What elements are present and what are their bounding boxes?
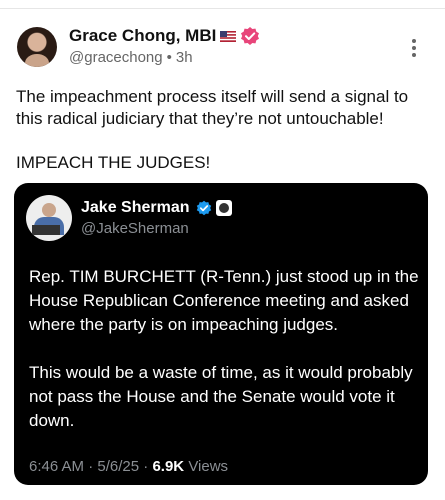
top-divider (0, 8, 445, 9)
author-name-row[interactable]: Grace Chong, MBI (69, 26, 260, 46)
post-paragraph-1: The impeachment process itself will send… (16, 87, 409, 128)
quoted-paragraph-2: This would be a waste of time, as it wou… (29, 363, 413, 430)
post-paragraph-2: IMPEACH THE JUDGES! (16, 153, 211, 172)
quoted-author-avatar[interactable] (26, 195, 72, 241)
footer-dot-2: · (143, 458, 149, 475)
quoted-post-body: Rep. TIM BURCHETT (R-Tenn.) just stood u… (29, 265, 421, 433)
author-handle[interactable]: @gracechong (69, 49, 163, 66)
views-label: Views (188, 458, 229, 475)
affiliate-badge-icon (215, 200, 232, 216)
quoted-post-card[interactable]: Jake Sherman @JakeSherman Rep. TIM BURCH… (14, 183, 428, 485)
quoted-paragraph-1: Rep. TIM BURCHETT (R-Tenn.) just stood u… (29, 267, 419, 334)
quoted-post-footer: 6:46 AM · 5/6/25 · 6.9K Views (29, 458, 228, 475)
post-body: The impeachment process itself will send… (16, 86, 426, 174)
avatar-laptop (32, 225, 60, 235)
meta-separator: • (166, 49, 172, 66)
footer-dot-1: · (88, 458, 94, 475)
verified-badge-icon (241, 27, 260, 45)
views-count: 6.9K (152, 458, 185, 475)
more-vertical-icon[interactable] (410, 37, 418, 59)
quoted-time[interactable]: 6:46 AM (29, 458, 84, 475)
us-flag-icon (220, 30, 237, 42)
verified-badge-icon (196, 200, 211, 216)
post-time[interactable]: 3h (176, 49, 193, 66)
post-meta: @gracechong • 3h (69, 49, 193, 66)
quoted-author-name[interactable]: Jake Sherman (81, 199, 190, 217)
avatar-face (42, 203, 56, 217)
author-name[interactable]: Grace Chong, MBI (69, 26, 216, 46)
author-avatar[interactable] (17, 27, 57, 67)
quoted-author-handle[interactable]: @JakeSherman (81, 220, 189, 237)
quoted-date[interactable]: 5/6/25 (97, 458, 139, 475)
quoted-author-name-row[interactable]: Jake Sherman (81, 199, 232, 217)
